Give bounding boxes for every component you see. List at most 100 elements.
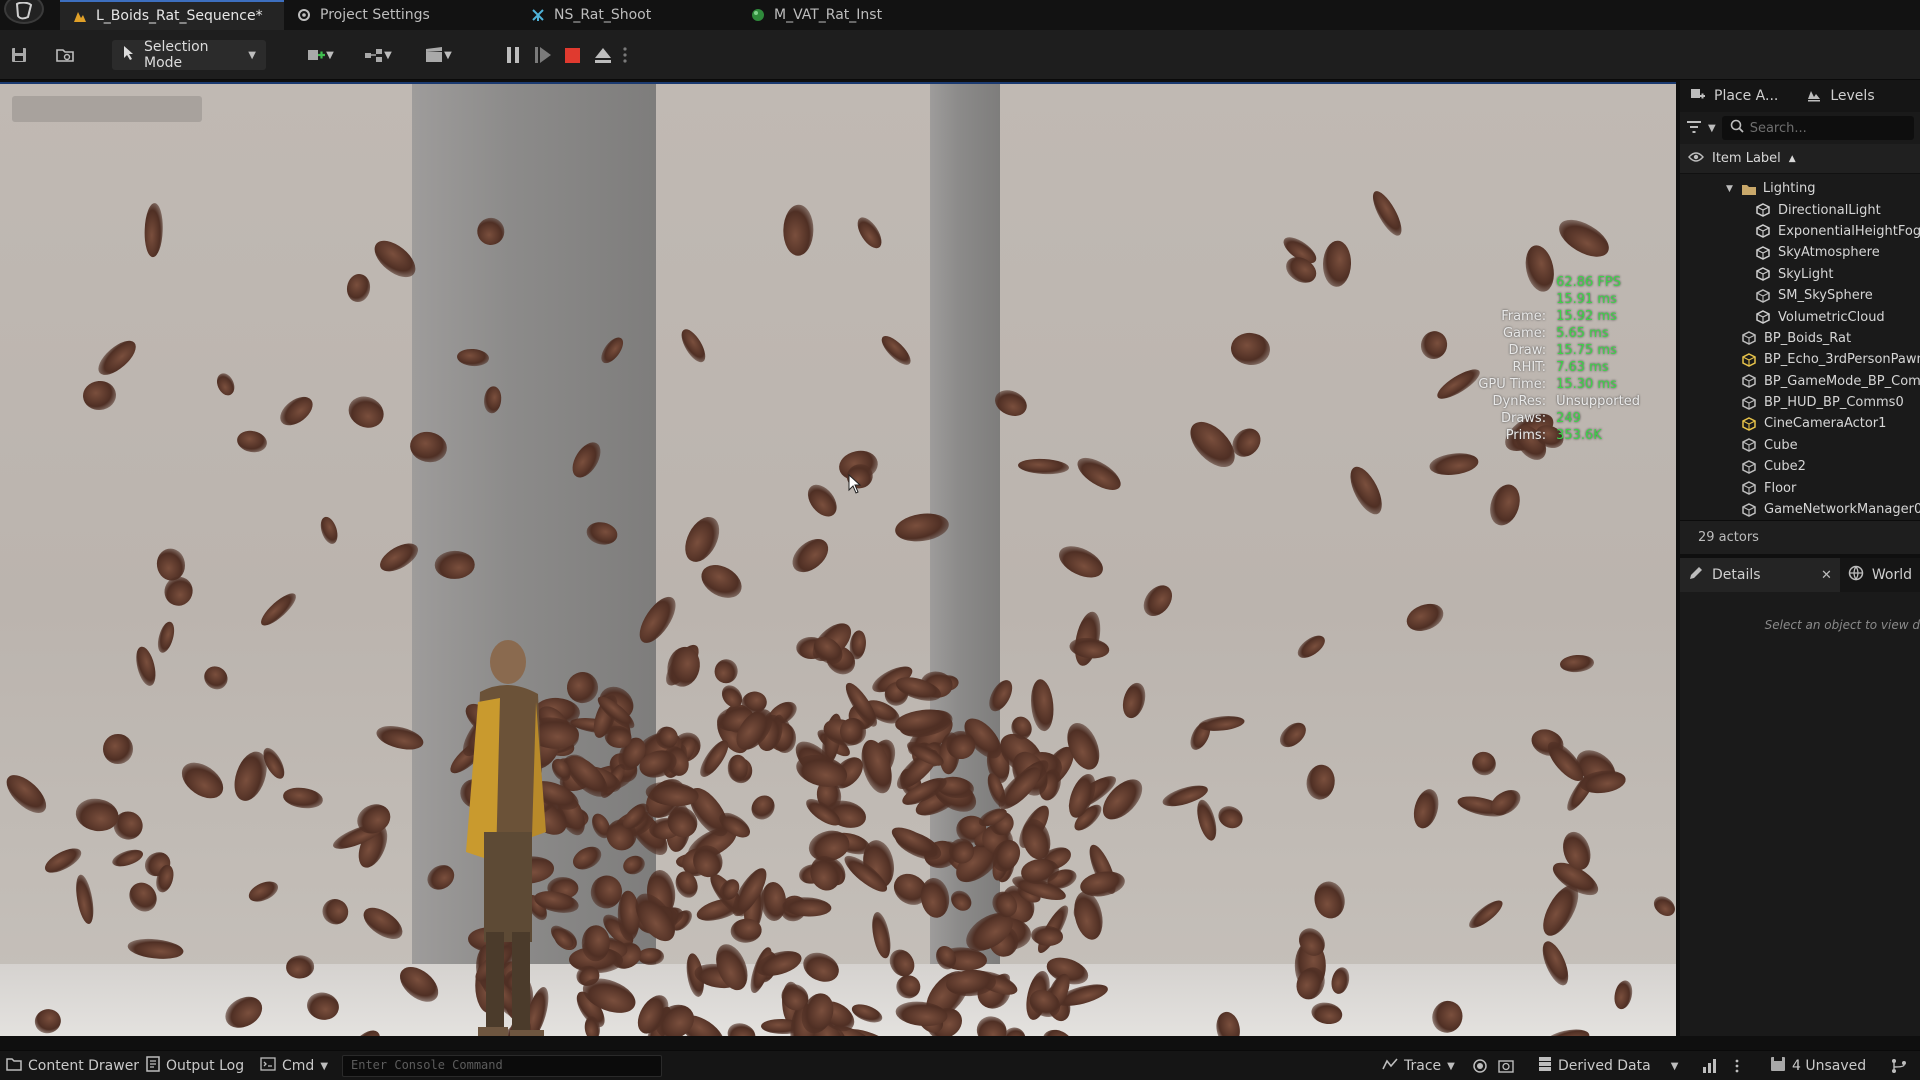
stat-label [1478, 274, 1546, 291]
rat [342, 390, 389, 434]
rat [154, 619, 178, 655]
tab-label: World [1871, 567, 1912, 583]
pencil-icon [1688, 565, 1704, 585]
caret-down-icon[interactable]: ▼ [1726, 184, 1733, 194]
trace-dropdown[interactable]: Trace ▼ [1382, 1051, 1455, 1080]
rat [1650, 892, 1676, 920]
skylight-icon [1756, 267, 1770, 282]
blueprint-menu-button[interactable]: ▼ [358, 42, 398, 68]
visibility-eye-icon[interactable] [1688, 151, 1704, 167]
tab-world-settings[interactable]: World [1840, 558, 1920, 592]
cursor-icon [122, 45, 136, 65]
outliner-item[interactable]: Cube [1680, 435, 1920, 456]
stat-label: GPU Time: [1478, 377, 1547, 392]
outliner-item[interactable]: BP_Boids_Rat [1680, 328, 1920, 349]
close-icon[interactable]: ✕ [1821, 568, 1832, 583]
details-empty-hint: Select an object to view d [1764, 618, 1920, 632]
viewport-options-bar[interactable] [12, 96, 202, 122]
stat-value: 15.92 ms [1556, 309, 1617, 324]
tab-levels[interactable]: Levels [1796, 80, 1884, 112]
rat [1072, 452, 1126, 497]
tab-place-actors[interactable]: Place A... [1680, 80, 1788, 112]
tab-niagara-system[interactable]: NS_Rat_Shoot [518, 0, 738, 30]
rat [103, 734, 133, 765]
content-drawer-icon [6, 1057, 22, 1075]
content-browser-icon[interactable] [52, 42, 78, 68]
outliner-item[interactable]: VolumetricCloud [1680, 306, 1920, 327]
screenshot-icon[interactable] [1498, 1051, 1514, 1080]
outliner-item[interactable]: Cube2 [1680, 456, 1920, 477]
frame-advance-icon[interactable] [532, 43, 554, 67]
outliner-item[interactable]: Floor [1680, 477, 1920, 498]
pause-icon[interactable] [502, 43, 524, 67]
content-drawer-button[interactable]: Content Drawer [6, 1051, 139, 1080]
static-mesh-icon [1742, 459, 1756, 474]
folder-label: Lighting [1762, 181, 1816, 197]
chevron-down-icon: ▼ [1447, 1060, 1455, 1072]
tab-label: Project Settings [320, 7, 430, 23]
search-icon [1730, 119, 1744, 137]
outliner-column-header[interactable]: Item Label ▲ [1680, 144, 1920, 174]
unreal-logo-icon[interactable] [4, 0, 44, 24]
console-command-input[interactable]: Enter Console Command [342, 1055, 662, 1077]
rat [132, 644, 159, 688]
source-control-icon[interactable] [1702, 1051, 1718, 1080]
trace-icon [1382, 1057, 1398, 1075]
outliner-item[interactable]: SkyLight [1680, 264, 1920, 285]
stop-icon[interactable] [562, 43, 584, 67]
rat [1559, 653, 1596, 674]
outliner-item[interactable]: SkyAtmosphere [1680, 242, 1920, 263]
filter-icon[interactable] [1686, 120, 1702, 137]
eject-icon[interactable] [592, 43, 614, 67]
stat-value: 7.63 ms [1556, 360, 1609, 375]
unsaved-assets-button[interactable]: 4 Unsaved [1770, 1051, 1866, 1080]
rat [281, 785, 324, 811]
outliner-item-label: SkyAtmosphere [1778, 245, 1880, 261]
tab-details[interactable]: Details ✕ [1680, 558, 1840, 592]
outliner-search-input[interactable]: Search... [1721, 116, 1914, 140]
stat-label: Prims: [1505, 428, 1547, 443]
outliner-folder-lighting[interactable]: ▼ Lighting [1680, 178, 1920, 199]
add-actor-button[interactable]: ▼ [300, 42, 340, 68]
static-mesh-icon [1742, 438, 1756, 453]
selection-mode-dropdown[interactable]: Selection Mode ▼ [112, 39, 266, 71]
revision-control-icon[interactable] [1890, 1051, 1908, 1080]
derived-data-dropdown[interactable]: Derived Data ▼ [1538, 1051, 1678, 1080]
save-icon[interactable] [6, 42, 32, 68]
outliner-search-row: ▼ Search... [1680, 112, 1920, 144]
place-actors-icon [1690, 86, 1706, 106]
outliner-item[interactable]: GameNetworkManager0 [1680, 499, 1920, 520]
rat [1028, 678, 1056, 732]
rat [1553, 212, 1615, 265]
rat [1428, 451, 1480, 478]
output-log-button[interactable]: Output Log [146, 1051, 244, 1080]
stat-value: 15.91 ms [1556, 292, 1617, 307]
rat [1322, 240, 1352, 288]
pawn-icon [1742, 352, 1756, 367]
outliner-item[interactable]: DirectionalLight [1680, 199, 1920, 220]
status-more-icon[interactable] [1734, 1051, 1740, 1080]
record-trace-icon[interactable] [1472, 1051, 1488, 1080]
outliner-item-label: Floor [1764, 480, 1797, 496]
rat [782, 204, 815, 257]
tab-material-instance[interactable]: M_VAT_Rat_Inst [738, 0, 958, 30]
sky-atmosphere-icon [1756, 246, 1770, 260]
chevron-down-icon[interactable]: ▼ [1708, 123, 1716, 134]
outliner-item[interactable]: SM_SkySphere [1680, 285, 1920, 306]
more-options-icon[interactable] [622, 43, 634, 67]
rat [344, 272, 372, 304]
cmd-label: Cmd [282, 1058, 315, 1074]
tab-project-settings[interactable]: Project Settings [284, 0, 504, 30]
outliner-item[interactable]: CineCameraActor1 [1680, 413, 1920, 434]
cmd-dropdown[interactable]: Cmd ▼ [260, 1051, 328, 1080]
outliner-item[interactable]: BP_HUD_BP_Comms0 [1680, 392, 1920, 413]
globe-icon [1848, 565, 1864, 585]
cinematics-menu-button[interactable]: ▼ [418, 42, 458, 68]
rat [581, 924, 610, 961]
tab-level-sequence[interactable]: L_Boids_Rat_Sequence* [60, 0, 284, 30]
output-log-label: Output Log [166, 1058, 245, 1074]
level-viewport[interactable]: 62.86 FPS 15.91 ms Frame: 15.92 ms Game: 5.65… [0, 82, 1676, 1036]
outliner-item[interactable]: BP_Echo_3rdPersonPawn [1680, 349, 1920, 370]
outliner-item[interactable]: ExponentialHeightFog [1680, 221, 1920, 242]
outliner-item[interactable]: BP_GameMode_BP_Com [1680, 371, 1920, 392]
